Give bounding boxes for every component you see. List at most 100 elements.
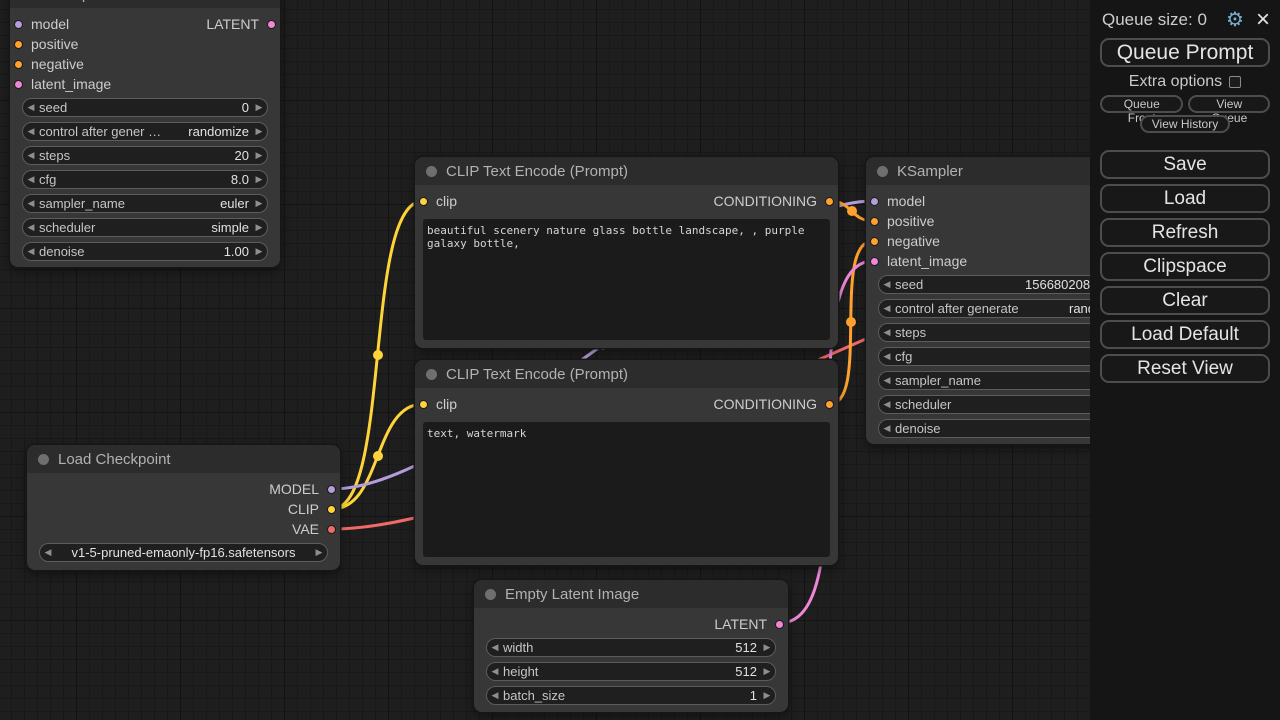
input-dot-clip[interactable] bbox=[419, 197, 428, 206]
increment-arrow-icon[interactable]: ▶ bbox=[759, 687, 775, 704]
save-button[interactable]: Save bbox=[1100, 150, 1270, 179]
decrement-arrow-icon[interactable]: ◀ bbox=[879, 276, 895, 293]
input-slot-latent_image[interactable]: latent_image bbox=[870, 251, 967, 271]
input-dot-positive[interactable] bbox=[14, 40, 23, 49]
increment-arrow-icon[interactable]: ▶ bbox=[251, 123, 267, 140]
increment-arrow-icon[interactable]: ▶ bbox=[251, 219, 267, 236]
output-slot-CONDITIONING[interactable]: CONDITIONING bbox=[714, 191, 834, 211]
input-dot-latent_image[interactable] bbox=[870, 257, 879, 266]
load-default-button[interactable]: Load Default bbox=[1100, 320, 1270, 349]
widget-denoise[interactable]: ◀denoise▶ bbox=[878, 419, 1124, 438]
decrement-arrow-icon[interactable]: ◀ bbox=[487, 687, 503, 704]
input-slot-model[interactable]: model bbox=[870, 191, 925, 211]
prompt-textarea[interactable] bbox=[423, 422, 830, 557]
input-dot-clip[interactable] bbox=[419, 400, 428, 409]
increment-arrow-icon[interactable]: ▶ bbox=[251, 243, 267, 260]
node-title-bar[interactable]: Load Checkpoint bbox=[27, 445, 340, 473]
decrement-arrow-icon[interactable]: ◀ bbox=[487, 639, 503, 656]
settings-gear-icon[interactable]: ⚙ bbox=[1226, 10, 1244, 30]
increment-arrow-icon[interactable]: ▶ bbox=[759, 663, 775, 680]
input-dot-model[interactable] bbox=[870, 197, 879, 206]
extra-options-checkbox[interactable] bbox=[1229, 76, 1241, 88]
output-slot-VAE[interactable]: VAE bbox=[292, 519, 336, 539]
decrement-arrow-icon[interactable]: ◀ bbox=[879, 324, 895, 341]
decrement-arrow-icon[interactable]: ◀ bbox=[879, 420, 895, 437]
prompt-textarea[interactable] bbox=[423, 219, 830, 340]
decrement-arrow-icon[interactable]: ◀ bbox=[40, 544, 56, 561]
view-history-button[interactable]: View History bbox=[1140, 115, 1230, 133]
decrement-arrow-icon[interactable]: ◀ bbox=[23, 195, 39, 212]
increment-arrow-icon[interactable]: ▶ bbox=[759, 639, 775, 656]
input-dot-positive[interactable] bbox=[870, 217, 879, 226]
widget-combo[interactable]: ◀v1-5-pruned-emaonly-fp16.safetensors▶ bbox=[39, 543, 328, 562]
decrement-arrow-icon[interactable]: ◀ bbox=[487, 663, 503, 680]
decrement-arrow-icon[interactable]: ◀ bbox=[23, 219, 39, 236]
output-dot-CLIP[interactable] bbox=[327, 505, 336, 514]
clear-button[interactable]: Clear bbox=[1100, 286, 1270, 315]
output-dot-CONDITIONING[interactable] bbox=[825, 400, 834, 409]
clipspace-button[interactable]: Clipspace bbox=[1100, 252, 1270, 281]
output-dot-CONDITIONING[interactable] bbox=[825, 197, 834, 206]
widget-sampler_name[interactable]: ◀sampler_name▶ bbox=[878, 371, 1124, 390]
input-slot-model[interactable]: model bbox=[14, 14, 69, 34]
input-slot-clip[interactable]: clip bbox=[419, 394, 457, 414]
widget-scheduler[interactable]: ◀schedulersimple▶ bbox=[22, 218, 268, 237]
decrement-arrow-icon[interactable]: ◀ bbox=[879, 300, 895, 317]
input-slot-positive[interactable]: positive bbox=[870, 211, 934, 231]
input-dot-negative[interactable] bbox=[870, 237, 879, 246]
output-dot-MODEL[interactable] bbox=[327, 485, 336, 494]
reset-view-button[interactable]: Reset View bbox=[1100, 354, 1270, 383]
node-title-bar[interactable]: KSampler bbox=[10, 0, 280, 8]
node-clip-text-encode-positive[interactable]: CLIP Text Encode (Prompt) clip CONDITIONIN… bbox=[415, 157, 838, 348]
node-canvas[interactable]: KSamplermodelLATENTpositivenegativelaten… bbox=[0, 0, 1280, 720]
widget-control after gener …[interactable]: ◀control after gener …randomize▶ bbox=[22, 122, 268, 141]
decrement-arrow-icon[interactable]: ◀ bbox=[23, 243, 39, 260]
increment-arrow-icon[interactable]: ▶ bbox=[251, 99, 267, 116]
widget-seed[interactable]: ◀seed0▶ bbox=[22, 98, 268, 117]
collapse-dot-icon[interactable] bbox=[426, 369, 437, 380]
increment-arrow-icon[interactable]: ▶ bbox=[251, 195, 267, 212]
widget-steps[interactable]: ◀steps▶ bbox=[878, 323, 1124, 342]
decrement-arrow-icon[interactable]: ◀ bbox=[23, 171, 39, 188]
node-ksampler-top-left[interactable]: KSamplermodelLATENTpositivenegativelaten… bbox=[10, 0, 280, 267]
widget-control after generate[interactable]: ◀control after generaterandomize▶ bbox=[878, 299, 1124, 318]
input-dot-model[interactable] bbox=[14, 20, 23, 29]
widget-sampler_name[interactable]: ◀sampler_nameeuler▶ bbox=[22, 194, 268, 213]
widget-width[interactable]: ◀width512▶ bbox=[486, 638, 776, 657]
input-dot-latent_image[interactable] bbox=[14, 80, 23, 89]
widget-height[interactable]: ◀height512▶ bbox=[486, 662, 776, 681]
decrement-arrow-icon[interactable]: ◀ bbox=[23, 99, 39, 116]
queue-front-button[interactable]: Queue Front bbox=[1100, 95, 1183, 113]
input-slot-clip[interactable]: clip bbox=[419, 191, 457, 211]
queue-prompt-button[interactable]: Queue Prompt bbox=[1100, 38, 1270, 67]
input-slot-negative[interactable]: negative bbox=[870, 231, 940, 251]
widget-scheduler[interactable]: ◀scheduler▶ bbox=[878, 395, 1124, 414]
output-slot-LATENT[interactable]: LATENT bbox=[714, 614, 784, 634]
decrement-arrow-icon[interactable]: ◀ bbox=[23, 147, 39, 164]
collapse-dot-icon[interactable] bbox=[877, 166, 888, 177]
output-slot-LATENT[interactable]: LATENT bbox=[206, 14, 276, 34]
input-slot-negative[interactable]: negative bbox=[14, 54, 84, 74]
increment-arrow-icon[interactable]: ▶ bbox=[311, 544, 327, 561]
widget-seed[interactable]: ◀seed1566802087▶ bbox=[878, 275, 1124, 294]
output-slot-CLIP[interactable]: CLIP bbox=[288, 499, 336, 519]
output-slot-MODEL[interactable]: MODEL bbox=[269, 479, 336, 499]
decrement-arrow-icon[interactable]: ◀ bbox=[879, 372, 895, 389]
collapse-dot-icon[interactable] bbox=[426, 166, 437, 177]
output-dot-VAE[interactable] bbox=[327, 525, 336, 534]
collapse-dot-icon[interactable] bbox=[38, 454, 49, 465]
view-queue-button[interactable]: View Queue bbox=[1188, 95, 1270, 113]
widget-batch_size[interactable]: ◀batch_size1▶ bbox=[486, 686, 776, 705]
widget-steps[interactable]: ◀steps20▶ bbox=[22, 146, 268, 165]
refresh-button[interactable]: Refresh bbox=[1100, 218, 1270, 247]
output-dot-LATENT[interactable] bbox=[775, 620, 784, 629]
decrement-arrow-icon[interactable]: ◀ bbox=[23, 123, 39, 140]
widget-cfg[interactable]: ◀cfg▶ bbox=[878, 347, 1124, 366]
node-clip-text-encode-negative[interactable]: CLIP Text Encode (Prompt)clipCONDITIONIN… bbox=[415, 360, 838, 565]
node-title-bar[interactable]: Empty Latent Image bbox=[474, 580, 788, 608]
output-slot-CONDITIONING[interactable]: CONDITIONING bbox=[714, 394, 834, 414]
increment-arrow-icon[interactable]: ▶ bbox=[251, 147, 267, 164]
node-title-bar[interactable]: CLIP Text Encode (Prompt) bbox=[415, 157, 838, 185]
output-dot-LATENT[interactable] bbox=[267, 20, 276, 29]
input-dot-negative[interactable] bbox=[14, 60, 23, 69]
